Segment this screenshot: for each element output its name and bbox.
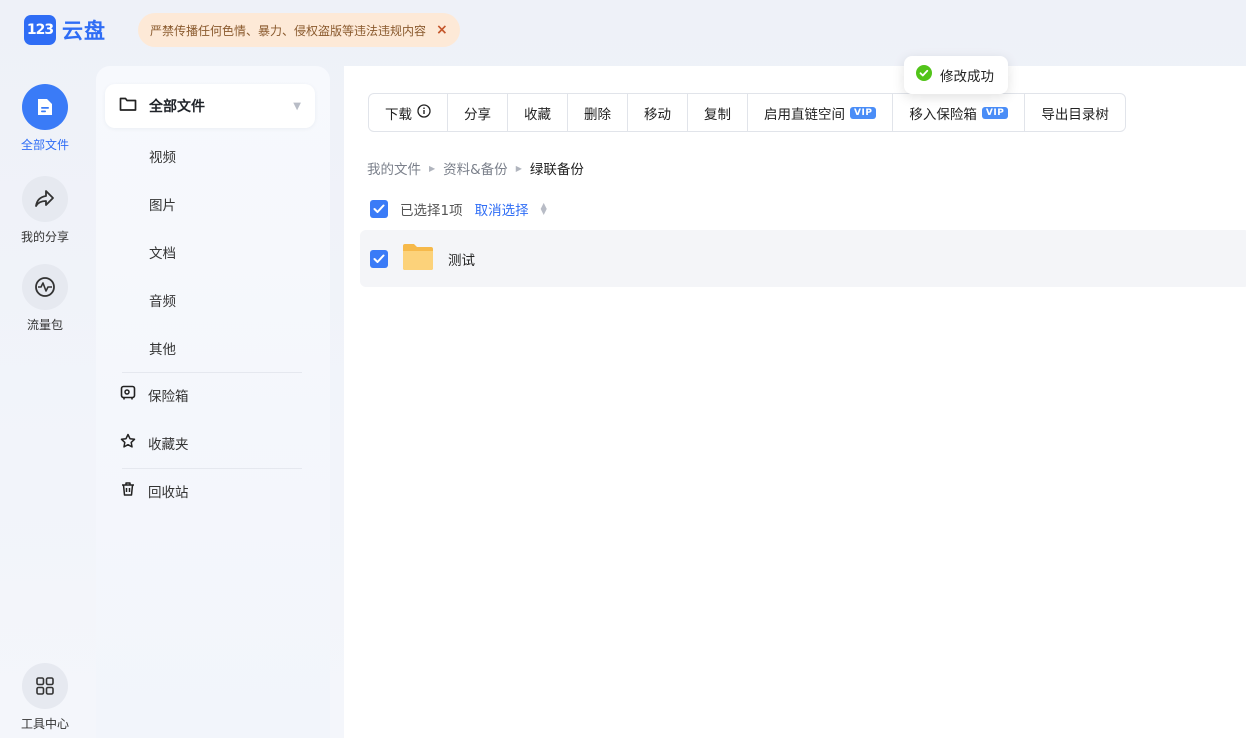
subnav-item-safe[interactable]: 保险箱 [120,385,189,405]
action-toolbar: 下载 分享 收藏 删除 移动 复制 启用直链空间 VIP 移入保险箱 VIP 导… [368,93,1126,132]
breadcrumb-item[interactable]: 我的文件 [367,158,421,178]
success-toast: 修改成功 [904,56,1008,94]
subnav-item-audio[interactable]: 音频 [149,290,176,310]
rail-item-my-share[interactable]: 我的分享 [10,176,80,245]
subnav-all-files[interactable]: 全部文件 ▼ [105,84,315,128]
file-name: 测试 [448,252,475,269]
subnav-item-other[interactable]: 其他 [149,338,176,358]
subnav-favorites-label: 收藏夹 [148,437,189,453]
move-to-safe-label: 移入保险箱 [909,106,977,123]
cancel-selection-link[interactable]: 取消选择 [475,199,529,219]
subnav-item-recycle-bin[interactable]: 回收站 [120,481,189,501]
logo-text: 云盘 [62,19,106,43]
subnav-safe-label: 保险箱 [148,389,189,405]
traffic-pulse-icon [22,264,68,310]
breadcrumb-current: 绿联备份 [529,162,584,178]
info-icon[interactable] [417,103,431,122]
breadcrumb-separator-icon: ▶ [515,163,522,173]
favorite-button[interactable]: 收藏 [508,94,568,131]
app-logo[interactable]: 123 云盘 [24,15,106,45]
trash-icon [120,481,136,501]
sort-icon[interactable]: ▲ ▼ [541,202,547,216]
breadcrumb-separator-icon: ▶ [429,163,436,173]
move-to-safe-button[interactable]: 移入保险箱 VIP [893,94,1026,131]
vip-badge: VIP [981,106,1009,119]
folder-icon [402,243,434,275]
selection-count: 已选择1项 [400,203,463,219]
share-arrow-icon [22,176,68,222]
selection-bar: 已选择1项 取消选择 ▲ ▼ [370,199,547,219]
subnav-item-favorites[interactable]: 收藏夹 [120,433,189,453]
copy-button[interactable]: 复制 [688,94,748,131]
caret-down-icon[interactable]: ▼ [293,101,301,112]
rail-label: 流量包 [26,318,63,332]
file-checkbox[interactable] [370,249,388,268]
subnav-item-image[interactable]: 图片 [149,194,176,214]
direct-link-button[interactable]: 启用直链空间 VIP [748,94,894,131]
folder-file-icon [22,84,68,130]
download-label: 下载 [385,106,412,123]
download-button[interactable]: 下载 [369,94,448,131]
toast-text: 修改成功 [940,69,994,85]
success-check-icon [916,65,932,85]
grid-icon [22,663,68,709]
breadcrumb: 我的文件 ▶ 资料&备份 ▶ 绿联备份 [367,158,584,178]
subnav-item-video[interactable]: 视频 [149,146,176,166]
rail-label: 工具中心 [20,717,69,731]
vip-badge: VIP [850,106,877,119]
rail-item-tool-center[interactable]: 工具中心 [10,663,80,732]
subnav-head-label: 全部文件 [149,99,205,115]
breadcrumb-item[interactable]: 资料&备份 [443,158,508,178]
file-row[interactable]: 测试 [360,230,1246,287]
select-all-checkbox[interactable] [370,200,388,218]
star-icon [120,433,136,453]
divider [122,468,302,469]
direct-link-label: 启用直链空间 [764,106,845,123]
subnav-item-document[interactable]: 文档 [149,242,176,262]
share-button[interactable]: 分享 [448,94,508,131]
folder-icon [119,96,137,116]
sub-navigation: 全部文件 ▼ 视频 图片 文档 音频 其他 保险箱 收藏夹 回收站 [96,66,330,738]
notice-text: 严禁传播任何色情、暴力、侵权盗版等违法违规内容 [150,23,427,38]
move-button[interactable]: 移动 [628,94,688,131]
subnav-recycle-label: 回收站 [148,485,189,501]
rail-item-traffic[interactable]: 流量包 [10,264,80,333]
rail-label: 全部文件 [20,138,69,152]
rail-label: 我的分享 [20,230,69,244]
notice-banner: 严禁传播任何色情、暴力、侵权盗版等违法违规内容 × [138,13,460,47]
delete-button[interactable]: 删除 [568,94,628,131]
main-content: 修改成功 下载 分享 收藏 删除 移动 复制 启用直链空间 VIP 移入保险箱 … [344,56,1246,738]
rail-item-all-files[interactable]: 全部文件 [10,84,80,153]
notice-close-icon[interactable]: × [436,22,448,38]
logo-badge: 123 [24,15,56,45]
export-tree-button[interactable]: 导出目录树 [1025,94,1125,131]
divider [122,372,302,373]
safe-icon [120,385,136,405]
